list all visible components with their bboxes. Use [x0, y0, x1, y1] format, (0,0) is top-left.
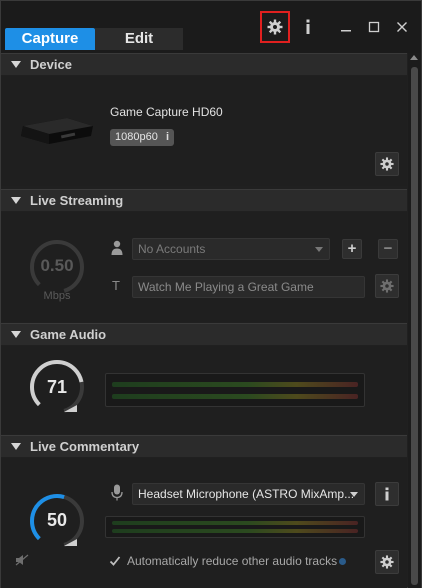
meter-channel-right [112, 394, 358, 399]
game-audio-meter [105, 373, 365, 407]
gear-icon [380, 279, 394, 293]
info-icon[interactable]: i [166, 129, 169, 146]
settings-button[interactable] [260, 11, 290, 43]
microphone-dropdown-value: Headset Microphone (ASTRO MixAmp... [138, 487, 355, 501]
add-account-button[interactable]: + [342, 239, 362, 259]
tab-capture[interactable]: Capture [5, 28, 95, 50]
section-title: Game Audio [30, 327, 107, 342]
muted-speaker-icon[interactable] [15, 554, 29, 566]
commentary-volume-value: 50 [46, 510, 68, 530]
collapse-triangle-icon [11, 331, 21, 338]
bitrate-unit: Mbps [43, 290, 71, 302]
resolution-label: 1080p60 [115, 131, 158, 143]
section-header-device[interactable]: Device [1, 53, 407, 75]
close-icon [397, 22, 407, 32]
meter-channel-right [112, 529, 358, 533]
maximize-icon [368, 21, 380, 33]
tab-edit[interactable]: Edit [95, 28, 183, 50]
game-volume-value: 71 [46, 377, 68, 397]
streaming-settings-button[interactable] [375, 274, 399, 298]
close-button[interactable] [387, 11, 417, 43]
section-title: Device [30, 57, 72, 72]
microphone-info-button[interactable] [375, 482, 399, 506]
checkmark-icon [109, 556, 121, 566]
info-icon [306, 19, 310, 34]
minimize-button[interactable] [331, 11, 361, 43]
capture-device-image [21, 118, 93, 144]
collapse-triangle-icon [11, 197, 21, 204]
gear-icon [267, 19, 283, 35]
collapse-triangle-icon [11, 443, 21, 450]
app-window: Capture Edit Device Game Capture HD60 10… [0, 0, 422, 588]
auto-reduce-checkbox[interactable] [108, 554, 122, 568]
account-dropdown-value: No Accounts [138, 242, 206, 256]
scrollbar[interactable] [408, 53, 421, 588]
stream-title-input[interactable]: Watch Me Playing a Great Game [132, 276, 365, 298]
bitrate-value: 0.50 [40, 256, 74, 275]
auto-reduce-label: Automatically reduce other audio tracks [127, 554, 338, 568]
section-header-live-commentary[interactable]: Live Commentary [1, 435, 407, 457]
section-title: Live Streaming [30, 193, 124, 208]
text-icon: T [112, 278, 120, 293]
minimize-icon [341, 30, 351, 32]
commentary-audio-meter [105, 516, 365, 538]
section-header-game-audio[interactable]: Game Audio [1, 323, 407, 345]
scroll-up-arrow-icon[interactable] [410, 55, 418, 60]
section-header-live-streaming[interactable]: Live Streaming [1, 189, 407, 211]
chevron-down-icon [315, 247, 323, 252]
device-name: Game Capture HD60 [110, 105, 223, 119]
meter-channel-left [112, 382, 358, 387]
account-dropdown[interactable]: No Accounts [132, 238, 330, 260]
chevron-down-icon [350, 492, 358, 497]
status-dot [339, 558, 346, 565]
gear-icon [380, 555, 394, 569]
title-bar: Capture Edit [1, 1, 421, 53]
gear-icon [380, 157, 394, 171]
meter-channel-left [112, 521, 358, 525]
device-settings-button[interactable] [375, 152, 399, 176]
commentary-settings-button[interactable] [375, 550, 399, 574]
scroll-thumb[interactable] [411, 67, 418, 585]
microphone-icon [111, 484, 123, 501]
maximize-button[interactable] [359, 11, 389, 43]
collapse-triangle-icon [11, 61, 21, 68]
info-button[interactable] [293, 11, 323, 43]
resolution-badge[interactable]: 1080p60 i [110, 129, 174, 146]
user-icon [111, 240, 123, 255]
stream-title-placeholder: Watch Me Playing a Great Game [138, 280, 314, 294]
section-title: Live Commentary [30, 439, 140, 454]
info-icon [385, 487, 389, 501]
remove-account-button[interactable]: − [378, 239, 398, 259]
microphone-dropdown[interactable]: Headset Microphone (ASTRO MixAmp... [132, 483, 365, 505]
